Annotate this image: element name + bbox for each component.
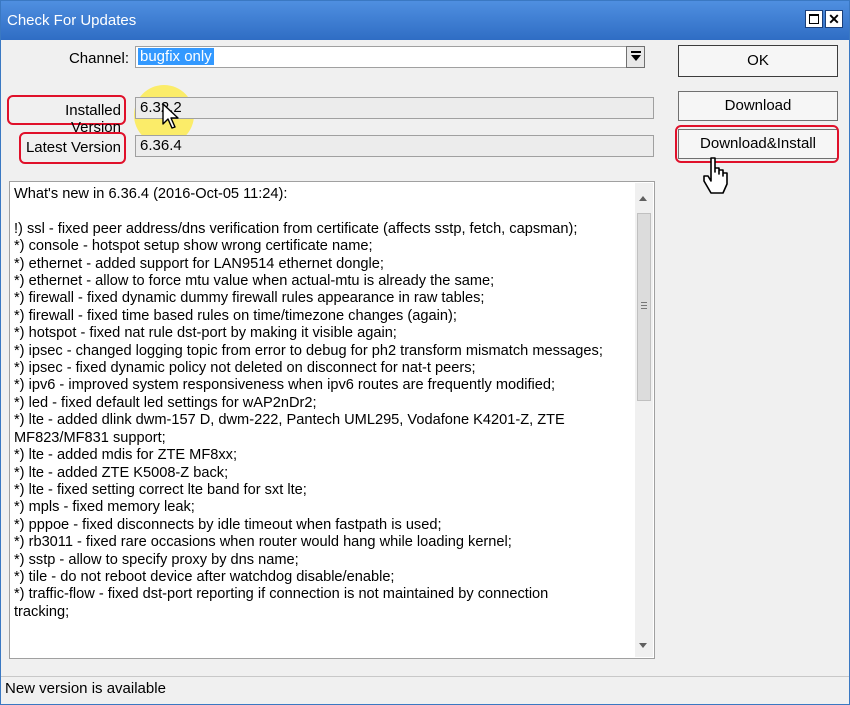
channel-dropdown-button[interactable] (626, 46, 645, 68)
changelog-line: *) rb3011 - fixed rare occasions when ro… (14, 534, 512, 551)
restore-icon (809, 14, 819, 24)
changelog-line: *) ethernet - allow to force mtu value w… (14, 273, 495, 290)
changelog-line: *) traffic-flow - fixed dst-port reporti… (14, 586, 549, 603)
changelog-line: *) sstp - allow to specify proxy by dns … (14, 551, 299, 568)
title-bar[interactable]: Check For Updates ✕ (1, 1, 849, 40)
scroll-up-icon[interactable] (639, 196, 647, 201)
latest-version-field: 6.36.4 (135, 135, 654, 157)
window-title: Check For Updates (7, 12, 137, 29)
channel-select[interactable]: bugfix only (135, 46, 627, 68)
arrow-cursor-icon (162, 103, 179, 129)
close-button[interactable]: ✕ (825, 10, 843, 28)
changelog-line: *) led - fixed default led settings for … (14, 394, 317, 411)
check-for-updates-window: Check For Updates ✕ Channel: bugfix only… (0, 0, 850, 705)
restore-button[interactable] (805, 10, 823, 28)
changelog-line: *) lte - fixed setting correct lte band … (14, 481, 307, 498)
status-text: New version is available (5, 680, 166, 697)
changelog-line: *) lte - added ZTE K5008-Z back; (14, 464, 229, 481)
changelog-line: *) lte - added mdis for ZTE MF8xx; (14, 447, 238, 464)
changelog-line: *) ipsec - changed logging topic from er… (14, 342, 603, 359)
changelog-line: !) ssl - fixed peer address/dns verifica… (14, 220, 578, 237)
changelog-line: *) ipsec - fixed dynamic policy not dele… (14, 360, 476, 377)
changelog-line: What's new in 6.36.4 (2016-Oct-05 11:24)… (14, 186, 288, 202)
changelog-line: MF823/MF831 support; (14, 429, 166, 446)
scroll-down-icon[interactable] (639, 643, 647, 648)
download-install-highlight (675, 125, 839, 163)
channel-selected-value: bugfix only (138, 48, 214, 65)
close-icon: ✕ (828, 11, 840, 27)
status-bar: New version is available (1, 676, 849, 704)
changelog-line: *) ethernet - added support for LAN9514 … (14, 255, 384, 272)
hand-cursor-icon (703, 157, 728, 194)
changelog-textarea[interactable]: What's new in 6.36.4 (2016-Oct-05 11:24)… (9, 181, 655, 659)
changelog-lines: What's new in 6.36.4 (2016-Oct-05 11:24)… (14, 186, 632, 621)
ok-button[interactable]: OK (678, 45, 838, 77)
changelog-line: *) firewall - fixed time based rules on … (14, 307, 457, 324)
changelog-line: *) firewall - fixed dynamic dummy firewa… (14, 290, 485, 307)
changelog-line: *) mpls - fixed memory leak; (14, 499, 195, 516)
changelog-line: *) pppoe - fixed disconnects by idle tim… (14, 516, 442, 533)
changelog-line: *) tile - do not reboot device after wat… (14, 568, 395, 585)
changelog-line: tracking; (14, 603, 70, 620)
chevron-down-icon (631, 55, 641, 61)
installed-version-field: 6.32.2 (135, 97, 654, 119)
changelog-line: *) hotspot - fixed nat rule dst-port by … (14, 325, 397, 342)
installed-version-label: Installed Version (65, 102, 121, 136)
download-button[interactable]: Download (678, 91, 838, 121)
changelog-line: *) console - hotspot setup show wrong ce… (14, 238, 373, 255)
scrollbar-thumb[interactable] (637, 213, 651, 401)
channel-label: Channel: (68, 50, 129, 67)
changelog-line (14, 203, 632, 220)
changelog-line: *) ipv6 - improved system responsiveness… (14, 377, 556, 394)
latest-version-label: Latest Version (25, 139, 121, 156)
changelog-line: *) lte - added dlink dwm-157 D, dwm-222,… (14, 412, 565, 429)
changelog-scrollbar[interactable] (635, 183, 653, 657)
